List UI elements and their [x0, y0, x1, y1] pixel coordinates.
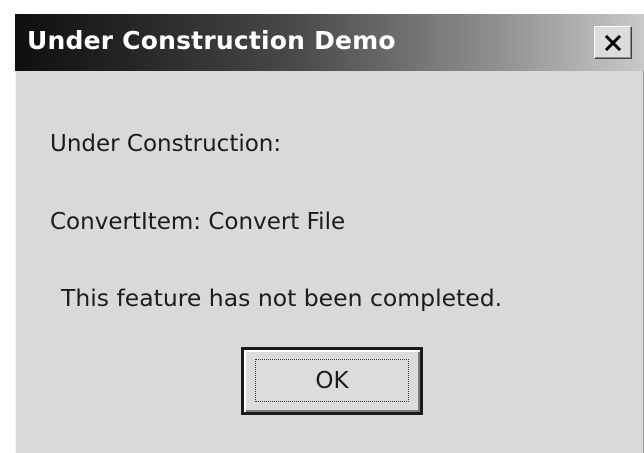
- ok-button-label: OK: [315, 367, 349, 394]
- item-name: Convert File: [208, 209, 346, 235]
- message-detail: This feature has not been completed.: [61, 284, 503, 312]
- message-item: ConvertItem: Convert File: [50, 209, 345, 235]
- message-heading: Under Construction:: [50, 131, 282, 157]
- ok-button[interactable]: OK: [241, 347, 423, 415]
- close-button[interactable]: [594, 26, 632, 59]
- focus-rectangle: OK: [255, 359, 409, 402]
- item-prefix: ConvertItem:: [50, 209, 209, 235]
- close-icon: [604, 34, 622, 52]
- window-title: Under Construction Demo: [27, 26, 396, 55]
- title-bar[interactable]: Under Construction Demo: [15, 14, 644, 71]
- dialog-window: Under Construction Demo Under Constructi…: [15, 14, 644, 453]
